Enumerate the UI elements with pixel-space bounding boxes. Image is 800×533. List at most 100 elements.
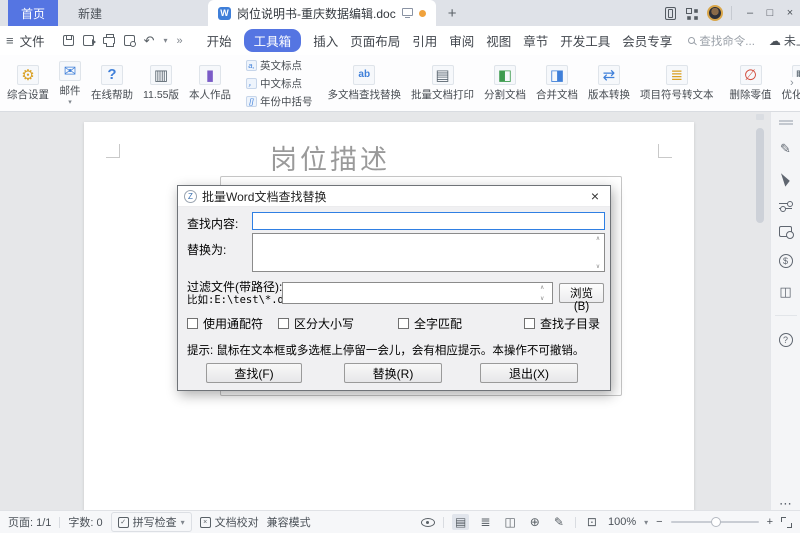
scroll-up-button[interactable] <box>756 114 764 120</box>
tab-view[interactable]: 视图 <box>486 31 511 50</box>
ribbon-online-help[interactable]: ? 在线帮助 <box>86 58 138 108</box>
tab-page-layout[interactable]: 页面布局 <box>350 31 400 50</box>
tab-review[interactable]: 审阅 <box>449 31 474 50</box>
scrollbar-thumb[interactable] <box>756 128 764 223</box>
zoom-out-button[interactable]: − <box>656 516 662 528</box>
checkbox-match-case[interactable]: 区分大小写 <box>278 315 354 332</box>
quick-access-more-icon[interactable]: » <box>177 35 183 47</box>
filter-path-input[interactable] <box>282 282 553 304</box>
save-icon[interactable] <box>63 35 74 46</box>
fullscreen-icon[interactable] <box>781 517 792 528</box>
home-tab[interactable]: 首页 <box>8 0 58 26</box>
ribbon-bullets-to-text[interactable]: ≣ 项目符号转文本 <box>635 58 719 108</box>
ribbon-my-works[interactable]: ▮ 本人作品 <box>184 58 236 108</box>
print-icon[interactable] <box>103 37 115 44</box>
coin-icon[interactable]: $ <box>779 254 793 268</box>
view-read-mode-icon[interactable]: ◫ <box>501 514 518 530</box>
tab-section[interactable]: 章节 <box>523 31 548 50</box>
find-button[interactable]: 查找(F) <box>206 363 302 383</box>
zoom-in-button[interactable]: + <box>767 516 773 528</box>
checkbox-box[interactable] <box>524 318 535 329</box>
zoom-slider[interactable] <box>671 521 759 523</box>
view-outline-icon[interactable]: ≣ <box>477 514 493 530</box>
ribbon-chinese-punctuation[interactable]: ，中文标点 <box>246 76 313 91</box>
ribbon-multi-doc-find-replace[interactable]: ab 多文档查找替换 <box>323 58 407 108</box>
spellcheck-control[interactable]: ✓ 拼写检查 ▾ <box>111 512 192 532</box>
seal-icon[interactable] <box>779 226 792 237</box>
tab-membership[interactable]: 会员专享 <box>622 31 672 50</box>
file-menu[interactable]: 文件 <box>20 31 45 50</box>
adjust-sliders-icon[interactable] <box>779 203 792 209</box>
ribbon-overflow-arrow[interactable]: › <box>790 77 800 89</box>
dialog-close-button[interactable]: × <box>586 188 604 204</box>
apps-grid-icon[interactable] <box>686 8 697 19</box>
textarea-scroll-arrows[interactable]: ∧∨ <box>593 235 603 270</box>
ribbon-mail[interactable]: ✉ 邮件 ▾ <box>54 58 86 108</box>
checkbox-search-subfolders[interactable]: 查找子目录 <box>524 315 600 332</box>
ribbon-version[interactable]: ▥ 11.55版 <box>138 58 184 108</box>
proofread-control[interactable]: × 文档校对 <box>200 513 259 531</box>
help-icon[interactable]: ? <box>779 333 793 347</box>
word-count[interactable]: 字数: 0 <box>68 514 102 530</box>
fit-page-icon[interactable]: ⊡ <box>584 514 600 530</box>
undo-caret-icon[interactable]: ▾ <box>164 36 168 45</box>
dialog-titlebar[interactable]: Z 批量Word文档查找替换 × <box>178 186 610 207</box>
checkbox-box[interactable] <box>278 318 289 329</box>
maximize-button[interactable]: □ <box>760 7 780 19</box>
ribbon-general-settings[interactable]: ⚙ 综合设置 <box>2 58 54 108</box>
checkbox-box[interactable] <box>187 318 198 329</box>
unsaved-dot-icon <box>419 10 426 17</box>
ribbon-delete-zero-values[interactable]: ∅ 删除零值 <box>725 58 777 108</box>
checkbox-use-wildcards[interactable]: 使用通配符 <box>187 315 263 332</box>
exit-button[interactable]: 退出(X) <box>480 363 578 383</box>
print-preview-icon[interactable] <box>124 35 135 46</box>
ribbon-version-convert[interactable]: ⇄ 版本转换 <box>583 58 635 108</box>
replace-button[interactable]: 替换(R) <box>344 363 442 383</box>
undo-icon[interactable]: ↶ <box>144 33 155 49</box>
tab-developer[interactable]: 开发工具 <box>560 31 610 50</box>
cloud-sync-status[interactable]: ☁ 未上云 <box>769 32 800 49</box>
help-icon: ? <box>101 65 123 85</box>
tab-toolbox[interactable]: 工具箱 <box>244 29 302 52</box>
ribbon-year-brackets[interactable]: []年份中括号 <box>246 94 313 109</box>
compatibility-mode-label[interactable]: 兼容模式 <box>267 514 311 530</box>
ribbon-merge-document[interactable]: ◨ 合并文档 <box>531 58 583 108</box>
checkbox-box[interactable] <box>398 318 409 329</box>
view-page-mode-icon[interactable]: ▤ <box>452 514 469 530</box>
window-manage-icon[interactable] <box>665 7 676 20</box>
tab-start[interactable]: 开始 <box>207 31 232 50</box>
reference-book-icon[interactable]: ◫ <box>779 285 791 298</box>
vertical-scrollbar[interactable] <box>754 112 766 510</box>
select-cursor-icon[interactable] <box>780 171 790 186</box>
add-tab-button[interactable]: + <box>448 6 457 21</box>
checkbox-whole-word[interactable]: 全字匹配 <box>398 315 462 332</box>
sidebar-more-icon[interactable]: ⋯ <box>779 497 792 510</box>
mail-icon: ✉ <box>59 61 81 81</box>
ribbon-split-document[interactable]: ◧ 分割文档 <box>479 58 531 108</box>
zoom-level[interactable]: 100% <box>608 516 636 528</box>
zoom-caret-icon[interactable]: ▾ <box>644 518 648 527</box>
minimize-button[interactable]: – <box>740 7 760 19</box>
main-menu-icon[interactable]: ≡ <box>6 33 14 48</box>
sidebar-handle-icon[interactable] <box>779 120 793 125</box>
find-input[interactable] <box>252 212 605 230</box>
tab-insert[interactable]: 插入 <box>313 31 338 50</box>
document-heading[interactable]: 岗位描述 <box>270 138 390 177</box>
ribbon-english-punctuation[interactable]: a,英文标点 <box>246 58 313 73</box>
new-document-tab[interactable]: 新建 <box>78 5 102 22</box>
tab-references[interactable]: 引用 <box>412 31 437 50</box>
annotate-pen-icon[interactable]: ✎ <box>780 142 791 155</box>
filter-input-spinner[interactable]: ∧∨ <box>540 284 544 302</box>
avatar[interactable] <box>707 5 723 21</box>
ribbon-batch-print[interactable]: ▤ 批量文档打印 <box>406 58 479 108</box>
eye-protect-icon[interactable] <box>421 518 435 527</box>
view-web-layout-icon[interactable]: ⊕ <box>527 514 543 530</box>
close-button[interactable]: × <box>780 7 800 19</box>
output-icon[interactable] <box>83 35 94 46</box>
command-search[interactable]: 查找命令... <box>688 33 755 49</box>
browse-button[interactable]: 浏览(B) <box>559 283 604 303</box>
zoom-slider-knob[interactable] <box>711 517 721 527</box>
view-ink-icon[interactable]: ✎ <box>551 514 567 530</box>
replace-textarea[interactable] <box>252 233 605 272</box>
document-tab[interactable]: W 岗位说明书-重庆数据编辑.doc <box>208 0 436 26</box>
